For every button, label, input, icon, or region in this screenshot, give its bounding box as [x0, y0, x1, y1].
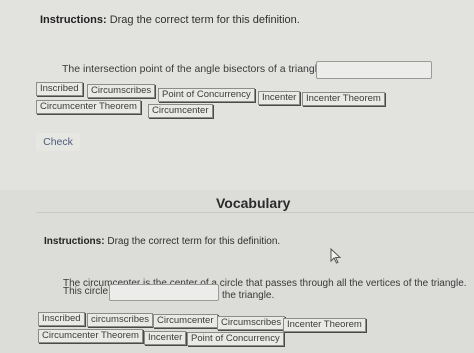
- term-circumcenter-theorem[interactable]: Circumcenter Theorem: [38, 329, 143, 343]
- check-button[interactable]: Check: [36, 133, 80, 151]
- instructions-label: Instructions:: [44, 236, 105, 247]
- instructions-label: Instructions:: [40, 14, 107, 26]
- term-inscribed[interactable]: Inscribed: [36, 82, 83, 96]
- term-circumcenter-theorem[interactable]: Circumcenter Theorem: [36, 100, 141, 114]
- sentence-prefix: This circle: [63, 286, 109, 297]
- drop-target-2[interactable]: [109, 284, 219, 301]
- definition-sentence-1: The intersection point of the angle bise…: [62, 63, 326, 75]
- term-incenter[interactable]: Incenter: [144, 331, 187, 345]
- instructions-text: Drag the correct term for this definitio…: [109, 14, 300, 26]
- drop-target-1[interactable]: [316, 61, 432, 79]
- term-circumscribes[interactable]: Circumscribes: [217, 316, 286, 330]
- term-incenter-theorem[interactable]: Incenter Theorem: [283, 318, 366, 332]
- sentence-suffix: the triangle.: [222, 290, 275, 301]
- section-heading: Vocabulary: [216, 195, 291, 211]
- instructions-2: Instructions: Drag the correct term for …: [44, 236, 280, 247]
- term-circumcenter[interactable]: Circumcenter: [148, 104, 213, 118]
- term-circumscribes[interactable]: Circumscribes: [87, 84, 156, 98]
- divider: [36, 212, 474, 213]
- term-inscribed[interactable]: Inscribed: [38, 312, 85, 326]
- term-incenter[interactable]: Incenter: [258, 91, 301, 105]
- term-circumcenter[interactable]: Circumcenter: [153, 314, 218, 328]
- instructions-text: Drag the correct term for this definitio…: [107, 236, 281, 247]
- term-point-of-concurrency[interactable]: Point of Concurrency: [187, 332, 284, 346]
- mouse-pointer-icon: [330, 248, 342, 264]
- term-circumscribes-lower[interactable]: circumscribes: [87, 313, 154, 327]
- term-incenter-theorem[interactable]: Incenter Theorem: [302, 92, 385, 106]
- term-point-of-concurrency[interactable]: Point of Concurrency: [158, 88, 255, 102]
- instructions-1: Instructions: Drag the correct term for …: [40, 14, 300, 26]
